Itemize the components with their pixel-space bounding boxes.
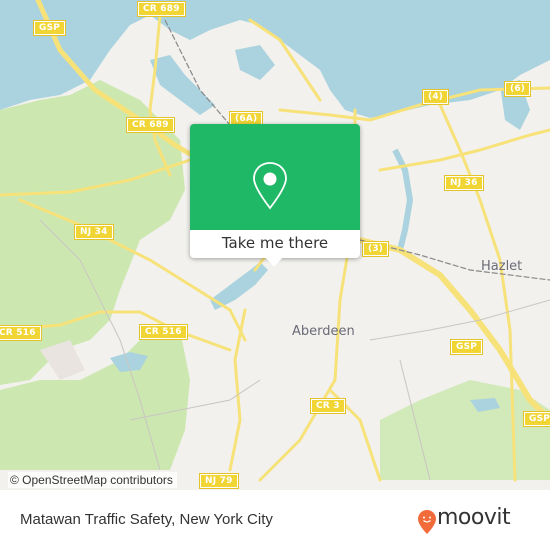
- highway-shield: CR 689: [137, 1, 186, 17]
- location-pin-icon: [253, 162, 287, 210]
- highway-shield: (6): [503, 81, 532, 97]
- highway-shield: (4): [421, 89, 450, 105]
- highway-shield: NJ 79: [199, 473, 239, 489]
- popup-pointer: [265, 257, 283, 267]
- place-label-hazlet: Hazlet: [481, 259, 523, 274]
- moovit-wordmark: moovit: [437, 505, 511, 530]
- highway-shield: GSP: [449, 339, 484, 355]
- map-canvas[interactable]: GSP CR 689 CR 689 (6A) (4) (6) NJ 36 NJ …: [0, 0, 550, 490]
- highway-shield: CR 689: [126, 117, 175, 133]
- moovit-pin-icon: [418, 510, 436, 534]
- place-label-aberdeen: Aberdeen: [292, 324, 355, 339]
- highway-shield: GSP: [522, 411, 550, 427]
- highway-shield: (3): [361, 241, 390, 257]
- map-attribution[interactable]: © OpenStreetMap contributors: [8, 472, 177, 488]
- popup-header: [190, 124, 360, 230]
- location-title: Matawan Traffic Safety, New York City: [20, 511, 273, 528]
- inlet-water: [235, 45, 275, 80]
- take-me-there-button[interactable]: Take me there: [190, 230, 360, 258]
- highway-shield: NJ 36: [444, 175, 484, 191]
- highway-shield: CR 516: [139, 324, 188, 340]
- highway-shield: CR 3: [310, 398, 346, 414]
- highway-shield: GSP: [32, 20, 67, 36]
- highway-shield: CR 516: [0, 325, 42, 341]
- location-popup: Take me there: [190, 124, 360, 267]
- highway-shield: NJ 34: [74, 224, 114, 240]
- inlet-water: [150, 55, 215, 115]
